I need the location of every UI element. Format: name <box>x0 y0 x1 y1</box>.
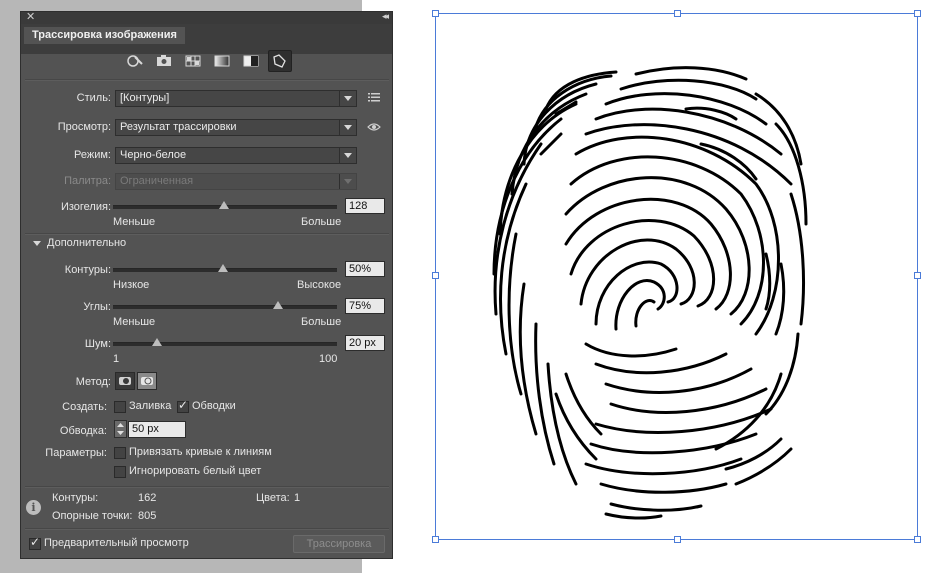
chevron-down-icon <box>339 148 356 163</box>
stroke-stepper[interactable] <box>114 420 127 438</box>
style-dropdown[interactable]: [Контуры] <box>115 90 357 107</box>
view-label: Просмотр: <box>57 121 111 133</box>
divider <box>25 79 389 81</box>
ignore-white-label[interactable]: Игнорировать белый цвет <box>129 465 261 477</box>
threshold-value[interactable]: 128 <box>345 198 385 214</box>
noise-max-label: 100 <box>319 353 338 365</box>
ignore-white-checkbox[interactable] <box>114 466 126 478</box>
close-icon[interactable]: ✕ <box>26 10 35 23</box>
disclosure-triangle-icon[interactable] <box>33 241 41 246</box>
stroke-label: Обводка: <box>59 425 107 437</box>
stroke-value-input[interactable]: 50 px <box>128 421 186 438</box>
method-buttons <box>115 372 161 390</box>
palette-value: Ограниченная <box>120 175 194 187</box>
corners-max-label: Больше <box>301 316 342 328</box>
stats-colors-label: Цвета: <box>256 492 290 504</box>
stats-paths-label: Контуры: <box>52 492 99 504</box>
list-menu-icon[interactable] <box>368 92 380 105</box>
advanced-section-toggle[interactable]: Дополнительно <box>47 237 126 249</box>
snap-curves-checkbox[interactable] <box>114 447 126 459</box>
chevron-down-icon <box>339 91 356 106</box>
corners-slider[interactable] <box>113 305 337 309</box>
collapse-panel-icon[interactable]: ◂◂ <box>382 11 389 22</box>
create-label: Создать: <box>62 401 107 413</box>
paths-value[interactable]: 50% <box>345 261 385 277</box>
snap-curves-label[interactable]: Привязать кривые к линиям <box>129 446 272 458</box>
method-label: Метод: <box>75 376 111 388</box>
mode-label: Режим: <box>74 149 111 161</box>
style-value: [Контуры] <box>120 92 170 104</box>
style-label: Стиль: <box>76 92 111 104</box>
strokes-checkbox-label[interactable]: Обводки <box>192 400 236 412</box>
fingerprint-trace-artwork <box>492 66 808 520</box>
noise-min-label: 1 <box>113 353 120 365</box>
paths-min-label: Низкое <box>113 279 150 291</box>
divider <box>25 233 389 235</box>
method-overlapping-button[interactable] <box>137 372 157 390</box>
grayscale-preset-icon[interactable] <box>210 50 234 72</box>
palette-label: Палитра: <box>64 175 111 187</box>
chevron-down-icon <box>339 174 356 189</box>
auto-color-preset-icon[interactable] <box>123 50 147 72</box>
preset-toolbar <box>21 49 392 79</box>
view-dropdown[interactable]: Результат трассировки <box>115 119 357 136</box>
paths-slider-thumb[interactable] <box>218 264 228 272</box>
mode-value: Черно-белое <box>120 149 187 161</box>
corners-slider-thumb[interactable] <box>273 301 283 309</box>
mode-dropdown[interactable]: Черно-белое <box>115 147 357 164</box>
view-value: Результат трассировки <box>120 121 237 133</box>
divider <box>25 528 389 530</box>
palette-dropdown: Ограниченная <box>115 173 357 190</box>
corners-label: Углы: <box>83 301 111 313</box>
noise-slider-thumb[interactable] <box>152 338 162 346</box>
high-color-photo-preset-icon[interactable] <box>152 50 176 72</box>
chevron-down-icon <box>339 120 356 135</box>
black-white-preset-icon[interactable] <box>239 50 263 72</box>
info-icon: i <box>26 500 41 515</box>
low-color-preset-icon[interactable] <box>181 50 205 72</box>
eye-icon[interactable] <box>367 122 381 135</box>
threshold-min-label: Меньше <box>113 216 156 228</box>
noise-value[interactable]: 20 px <box>345 335 385 351</box>
threshold-label: Изогелия: <box>60 201 111 213</box>
stats-anchors-label: Опорные точки: <box>52 510 133 522</box>
options-label: Параметры: <box>45 447 107 459</box>
threshold-max-label: Больше <box>301 216 342 228</box>
preview-label[interactable]: Предварительный просмотр <box>44 537 189 549</box>
image-trace-panel: ✕ ◂◂ Трассировка изображения Стиль: [Кон… <box>20 11 393 559</box>
fill-checkbox-label[interactable]: Заливка <box>129 400 171 412</box>
preview-checkbox[interactable] <box>29 535 41 550</box>
panel-titlebar[interactable]: ✕ ◂◂ <box>21 10 392 24</box>
divider <box>25 486 389 488</box>
method-abutting-button[interactable] <box>115 372 135 390</box>
outline-preset-icon[interactable] <box>268 50 292 72</box>
noise-slider[interactable] <box>113 342 337 346</box>
paths-max-label: Высокое <box>297 279 342 291</box>
stats-anchors-value: 805 <box>138 510 157 522</box>
threshold-slider-thumb[interactable] <box>219 201 229 209</box>
paths-label: Контуры: <box>64 264 111 276</box>
stats-paths-value: 162 <box>138 492 157 504</box>
trace-button[interactable]: Трассировка <box>293 535 385 553</box>
tab-image-trace[interactable]: Трассировка изображения <box>24 27 185 44</box>
fill-checkbox[interactable] <box>114 401 126 413</box>
noise-label: Шум: <box>84 338 111 350</box>
strokes-checkbox[interactable] <box>177 398 189 413</box>
corners-value[interactable]: 75% <box>345 298 385 314</box>
stats-colors-value: 1 <box>294 492 301 504</box>
corners-min-label: Меньше <box>113 316 156 328</box>
